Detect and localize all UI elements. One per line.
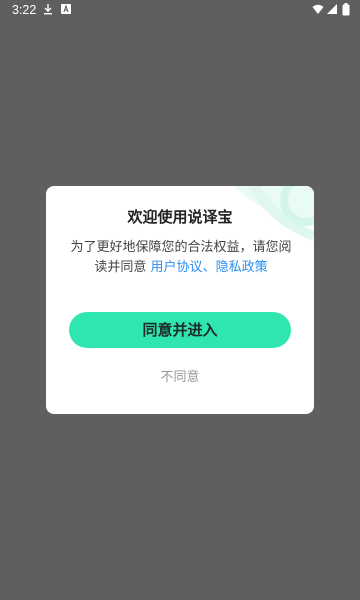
dialog-message: 为了更好地保障您的合法权益，请您阅读并同意 用户协议、隐私政策	[70, 238, 292, 278]
dialog-title: 欢迎使用说译宝	[127, 208, 233, 226]
app-a-icon	[60, 3, 72, 18]
wifi-icon	[312, 3, 324, 18]
link-separator: 、	[202, 260, 216, 275]
cellular-icon	[326, 3, 338, 18]
screen: 3:22 欢迎使用说译宝 为了更好地保障您的合法权益，请您阅读并同意 用户协议、…	[0, 0, 360, 600]
download-icon	[42, 3, 54, 18]
privacy-dialog: 欢迎使用说译宝 为了更好地保障您的合法权益，请您阅读并同意 用户协议、隐私政策 …	[46, 186, 314, 414]
status-time: 3:22	[12, 3, 37, 17]
agree-and-enter-button[interactable]: 同意并进入	[69, 312, 291, 348]
disagree-button[interactable]: 不同意	[46, 366, 314, 385]
battery-icon	[342, 3, 350, 19]
status-bar: 3:22	[0, 0, 360, 20]
user-agreement-link[interactable]: 用户协议	[151, 260, 203, 275]
privacy-policy-link[interactable]: 隐私政策	[216, 260, 268, 275]
